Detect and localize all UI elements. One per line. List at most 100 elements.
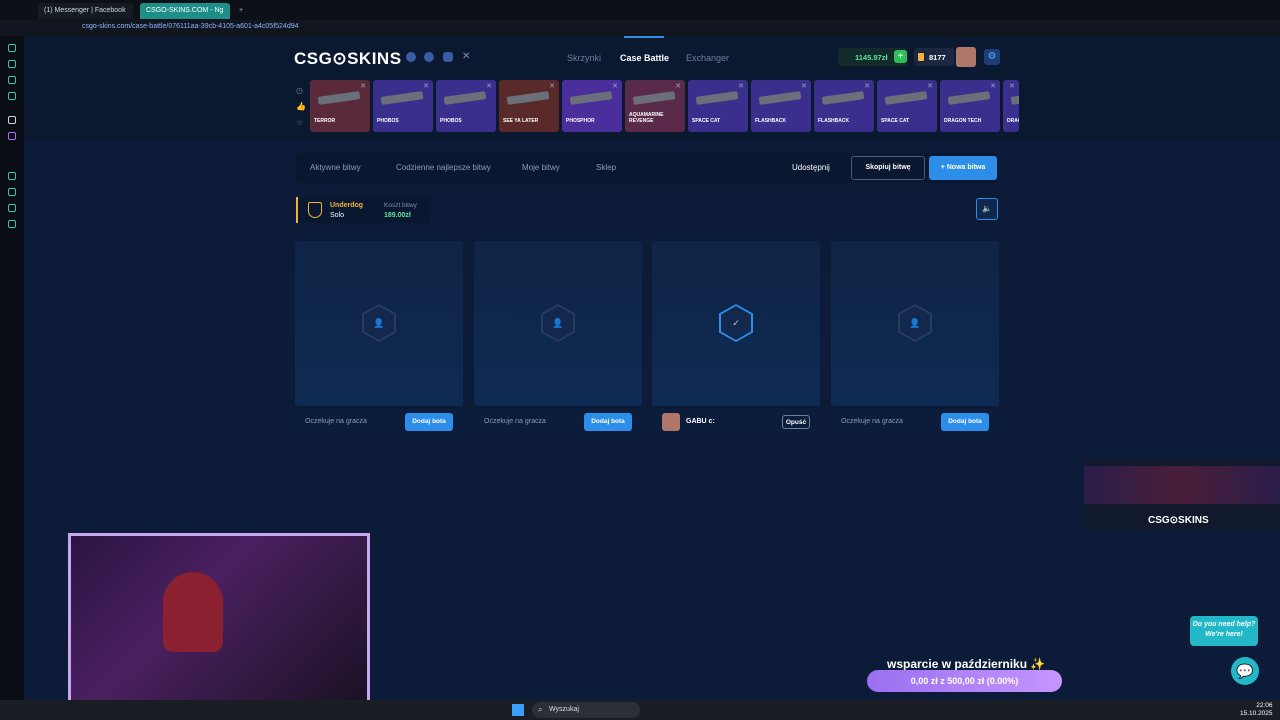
player-bar-4: Oczekuje na gracza Dodaj bota	[831, 409, 999, 435]
recent-drop-item[interactable]: ✕ SPACE CAT	[688, 80, 748, 132]
url-text: csgo-skins.com/case-battle/076111aa-39cb…	[82, 23, 299, 30]
discord-icon[interactable]	[406, 52, 416, 62]
close-icon: ✕	[1009, 83, 1015, 90]
drops-filter-icons[interactable]: ◷ 👍 ☆	[296, 83, 306, 131]
case-icon[interactable]	[560, 201, 586, 219]
tab-my-battles[interactable]: Moje bitwy	[522, 163, 560, 172]
weapon-skin-image	[569, 91, 613, 105]
streamer-figure	[163, 572, 223, 652]
windows-start-icon[interactable]	[512, 704, 524, 716]
add-bot-button[interactable]: Dodaj bota	[941, 413, 989, 431]
recent-drop-item[interactable]: ✕ PHOBOS	[373, 80, 433, 132]
new-tab-button[interactable]: +	[233, 3, 247, 19]
coin-icon	[918, 53, 924, 61]
sidebar-app-icon[interactable]	[8, 116, 16, 124]
user-hex-icon: 👤	[898, 304, 932, 342]
leave-button[interactable]: Opuść	[782, 415, 810, 429]
weapon-skin-image	[380, 91, 424, 105]
drop-skin-name: SPACE CAT	[692, 118, 721, 124]
recent-drop-item[interactable]: ✕ AQUAMARINE REVENGE	[625, 80, 685, 132]
sidebar-app-icon[interactable]	[8, 76, 16, 84]
x-twitter-icon[interactable]: ✕	[462, 51, 470, 62]
weapon-skin-image	[947, 91, 991, 105]
user-hex-icon: 👤	[362, 304, 396, 342]
recent-drop-item[interactable]: ✕ SPACE CAT	[877, 80, 937, 132]
taskbar-search[interactable]: ⌕ Wyszukaj	[532, 702, 640, 718]
tab-active-battles[interactable]: Aktywne bitwy	[310, 163, 361, 172]
settings-gear-icon[interactable]: ⚙	[984, 49, 1000, 65]
sidebar-app-icon[interactable]	[8, 60, 16, 68]
recent-drop-item[interactable]: ✕ SEE YA LATER	[499, 80, 559, 132]
tab-messenger[interactable]: (1) Messenger | Facebook	[38, 3, 133, 19]
weapon-skin-image	[317, 91, 361, 105]
nav-case-battle[interactable]: Case Battle	[620, 53, 669, 63]
battle-toolbar: Aktywne bitwy Codzienne najlepsze bitwy …	[296, 153, 998, 183]
avatar[interactable]	[956, 47, 976, 67]
sidebar-app-icon[interactable]	[8, 172, 16, 180]
nav-skrzynki[interactable]: Skrzynki	[567, 53, 601, 63]
weapon-skin-image	[758, 91, 802, 105]
case-icon[interactable]	[484, 201, 510, 219]
deposit-plus-icon[interactable]: +	[894, 50, 907, 63]
chat-icon[interactable]: 💬	[1231, 657, 1259, 685]
browser-sidebar	[0, 36, 24, 700]
sidebar-app-icon[interactable]	[8, 44, 16, 52]
sidebar-app-icon[interactable]	[8, 220, 16, 228]
recent-drop-item[interactable]: ✕ PHOBOS	[436, 80, 496, 132]
balance-box[interactable]: 1145.97zł +	[838, 48, 908, 66]
case-icon[interactable]	[522, 201, 548, 219]
tab-csgoskins[interactable]: CSGO-SKINS.COM - Ng	[140, 3, 230, 19]
recent-drop-item[interactable]: ✕ TERROR	[310, 80, 370, 132]
coins-value: 8177	[929, 53, 946, 62]
close-icon: ✕	[486, 83, 492, 90]
drop-skin-name: DRAGON TECH	[944, 118, 982, 124]
battle-cost-label: Koszt bitwy	[384, 202, 417, 209]
facebook-icon[interactable]	[424, 52, 434, 62]
close-icon: ✕	[738, 83, 744, 90]
nav-exchanger[interactable]: Exchanger	[686, 53, 729, 63]
recent-drop-item[interactable]: ✕ PHOSPHOR	[562, 80, 622, 132]
drop-skin-name: PHOSPHOR	[566, 118, 595, 124]
sidebar-app-icon[interactable]	[8, 204, 16, 212]
close-icon: ✕	[675, 83, 681, 90]
sidebar-app-icon[interactable]	[8, 92, 16, 100]
drop-skin-name: FLASHBACK	[818, 118, 850, 124]
site-logo[interactable]: CSG⊙SKINS	[294, 49, 402, 69]
coins-box[interactable]: 8177	[914, 48, 954, 66]
clock: 22:06 15.10.2025	[1240, 702, 1273, 718]
close-icon: ✕	[990, 83, 996, 90]
player-slot-3: ✓	[652, 241, 820, 406]
recent-drop-item[interactable]: ✕ DRAGON TECH	[940, 80, 1000, 132]
close-icon: ✕	[423, 83, 429, 90]
drop-skin-name: SPACE CAT	[881, 118, 910, 124]
new-battle-button[interactable]: + Nowa bitwa	[929, 156, 997, 180]
copy-battle-button[interactable]: Skopiuj bitwę	[851, 156, 925, 180]
share-button[interactable]: Udostępnij	[792, 163, 830, 172]
recent-drop-item[interactable]: ✕ FLASHBACK	[751, 80, 811, 132]
add-bot-button[interactable]: Dodaj bota	[584, 413, 632, 431]
address-bar[interactable]: csgo-skins.com/case-battle/076111aa-39cb…	[0, 20, 1280, 36]
sound-toggle-icon[interactable]: 🔈	[976, 198, 998, 220]
tab-daily-best-battles[interactable]: Codzienne najlepsze bitwy	[396, 163, 491, 172]
site-header: CSG⊙SKINS ✕ Skrzynki Case Battle Exchang…	[24, 36, 1280, 140]
add-bot-button[interactable]: Dodaj bota	[405, 413, 453, 431]
tab-shop[interactable]: Sklep	[596, 163, 616, 172]
case-icon[interactable]	[446, 201, 472, 219]
weapon-skin-image	[443, 91, 487, 105]
drop-skin-name: TERROR	[314, 118, 336, 124]
sidebar-app-icon[interactable]	[8, 132, 16, 140]
close-icon: ✕	[549, 83, 555, 90]
recent-drop-item[interactable]: ✕ FLASHBACK	[814, 80, 874, 132]
player-slot-1: 👤	[295, 241, 463, 406]
instagram-icon[interactable]	[443, 52, 453, 62]
battle-cost: 189.00zł	[384, 212, 411, 219]
case-icon[interactable]	[598, 201, 624, 219]
drop-skin-name: AQUAMARINE REVENGE	[629, 112, 664, 124]
help-tooltip[interactable]: Do you need help? We're here!	[1190, 616, 1258, 646]
recent-drop-item[interactable]: ✕ DRAG	[1003, 80, 1019, 132]
drop-skin-name: PHOBOS	[440, 118, 462, 124]
battle-mode-sub: Solo	[330, 212, 345, 219]
stream-overlay-skins: CSG⊙SKINS	[1084, 458, 1280, 530]
taskbar-search-text: Wyszukaj	[549, 706, 579, 713]
sidebar-app-icon[interactable]	[8, 188, 16, 196]
